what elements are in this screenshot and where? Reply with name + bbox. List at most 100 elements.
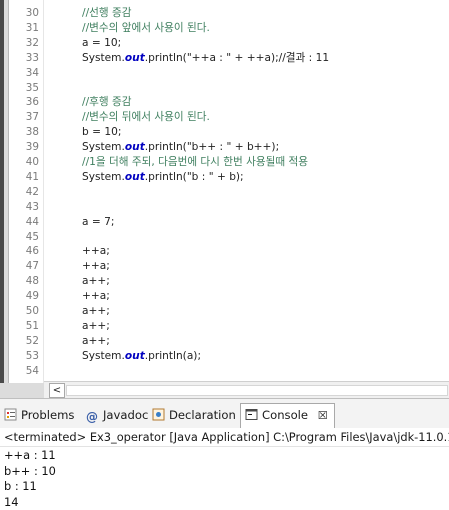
console-output-line: b++ : 10 [4,463,56,478]
line-number: 53 [25,349,39,362]
code-line[interactable]: 40 //1을 더해 주되, 다음번에 다시 한번 사용될때 적용 [0,155,449,170]
code-line[interactable]: 36 //후행 증감 [0,95,449,110]
line-number: 40 [25,156,39,168]
code-line[interactable]: 53 System.out.println(a); [0,349,449,364]
line-number: 37 [25,111,39,124]
code-text: a = 7; [82,215,115,228]
static-field-token: out [124,51,145,64]
code-line[interactable]: 37 //변수의 뒤에서 사용이 된다. [0,110,449,125]
code-line[interactable]: 46 ++a; [0,244,449,259]
code-text: a++; [82,319,110,332]
line-number: 51 [25,319,39,332]
line-number: 48 [25,275,39,288]
code-line[interactable]: 35 [0,81,449,96]
code-line[interactable]: 32 a = 10; [0,36,449,51]
code-line[interactable]: 47 ++a; [0,259,449,274]
tab-javadoc[interactable]: @ Javadoc [86,404,148,426]
horizontal-scrollbar[interactable]: < [44,381,449,399]
code-line[interactable]: 44 a = 7; [0,215,449,230]
editor-bottom-corner [0,383,44,398]
tab-label: Console [262,408,309,422]
code-token: .println("++a : " + ++a);//결과 : 11 [144,51,330,64]
code-editor[interactable]: 30 //선행 증감 31 //변수의 앞에서 사용이 된다. 32 a = 10; 33 S… [0,0,449,383]
tab-label: Problems [21,408,75,422]
code-line[interactable]: 45 [0,230,449,245]
line-number: 30 [25,7,39,19]
code-line[interactable]: 38 b = 10; [0,125,449,140]
code-comment: //후행 증감 [82,96,132,109]
code-comment: //선행 증감 [82,7,132,19]
line-number: 45 [25,230,39,243]
code-area[interactable]: 30 //선행 증감 31 //변수의 앞에서 사용이 된다. 32 a = 10; 33 S… [0,0,449,383]
code-line[interactable]: 39 System.out.println("b++ : " + b++); [0,140,449,155]
code-text: System.out.println(a); [82,349,201,364]
console-icon [245,409,258,420]
problems-icon [4,408,17,421]
console-status: <terminated> Ex3_operator [Java Applicat… [0,428,449,447]
views-tab-bar: Problems @ Javadoc Declaration Console ☒ [0,398,449,429]
code-text: a++; [82,334,110,347]
line-number: 42 [25,185,39,198]
tab-label: Declaration [169,408,236,422]
line-number: 49 [25,290,39,303]
code-token: .println("b : " + b); [144,170,244,183]
code-text: a++; [82,305,110,317]
line-number: 34 [25,66,39,79]
code-comment: //1을 더해 주되, 다음번에 다시 한번 사용될때 적용 [82,156,308,168]
code-line[interactable]: 30 //선행 증감 [0,6,449,21]
code-text: System.out.println("b++ : " + b++); [82,140,279,155]
tab-problems[interactable]: Problems [4,404,74,426]
line-number: 41 [25,170,39,183]
scroll-left-button[interactable]: < [49,383,65,398]
code-text: a = 10; [82,36,122,49]
code-text: a++; [82,275,110,288]
close-icon[interactable]: ☒ [318,409,328,422]
code-token: System. [82,51,125,64]
line-number: 43 [25,200,39,213]
code-line[interactable]: 49 ++a; [0,289,449,304]
code-line[interactable]: 51 a++; [0,319,449,334]
code-line[interactable]: 31 //변수의 앞에서 사용이 된다. [0,21,449,36]
bottom-views-panel: Problems @ Javadoc Declaration Console ☒ … [0,398,449,510]
line-number: 54 [25,364,39,377]
code-line[interactable]: 43 [0,200,449,215]
code-line[interactable]: 41 System.out.println("b : " + b); [0,170,449,185]
code-line[interactable]: 48 a++; [0,274,449,289]
static-field-token: out [124,349,145,362]
code-token: .println(a); [144,349,202,362]
code-text: System.out.println("b : " + b); [82,170,244,185]
console-output-line: b : 11 [4,479,37,493]
line-number: 38 [25,126,39,139]
static-field-token: out [124,141,145,154]
static-field-token: out [124,170,145,183]
line-number: 33 [25,51,39,64]
code-token: System. [82,349,125,362]
line-number: 32 [25,36,39,49]
code-line[interactable]: 34 [0,66,449,81]
code-line[interactable]: 52 a++; [0,334,449,349]
code-token: System. [82,170,125,183]
tab-console[interactable]: Console ☒ [240,403,335,429]
scrollbar-track[interactable] [66,385,448,396]
tab-declaration[interactable]: Declaration [152,404,236,426]
console-output-line: 14 [4,494,19,509]
code-token: System. [82,141,125,154]
code-line[interactable]: 33 System.out.println("++a : " + ++a);//결… [0,51,449,66]
tab-label: Javadoc [103,408,149,422]
code-text: System.out.println("++a : " + ++a);//결과 … [82,51,329,66]
code-text: ++a; [82,260,110,273]
code-text: ++a; [82,290,110,303]
code-token: .println("b++ : " + b++); [144,141,280,154]
console-output-line: ++a : 11 [4,448,56,462]
code-line[interactable]: 42 [0,185,449,200]
code-line[interactable]: 54 [0,364,449,379]
declaration-icon [152,408,165,421]
line-number: 36 [25,96,39,109]
line-number: 35 [25,81,39,94]
line-number: 39 [25,141,39,154]
line-number: 31 [25,21,39,34]
code-comment: //변수의 뒤에서 사용이 된다. [82,111,210,124]
line-number: 52 [25,334,39,347]
line-number: 50 [25,305,39,317]
code-line[interactable]: 50 a++; [0,304,449,319]
